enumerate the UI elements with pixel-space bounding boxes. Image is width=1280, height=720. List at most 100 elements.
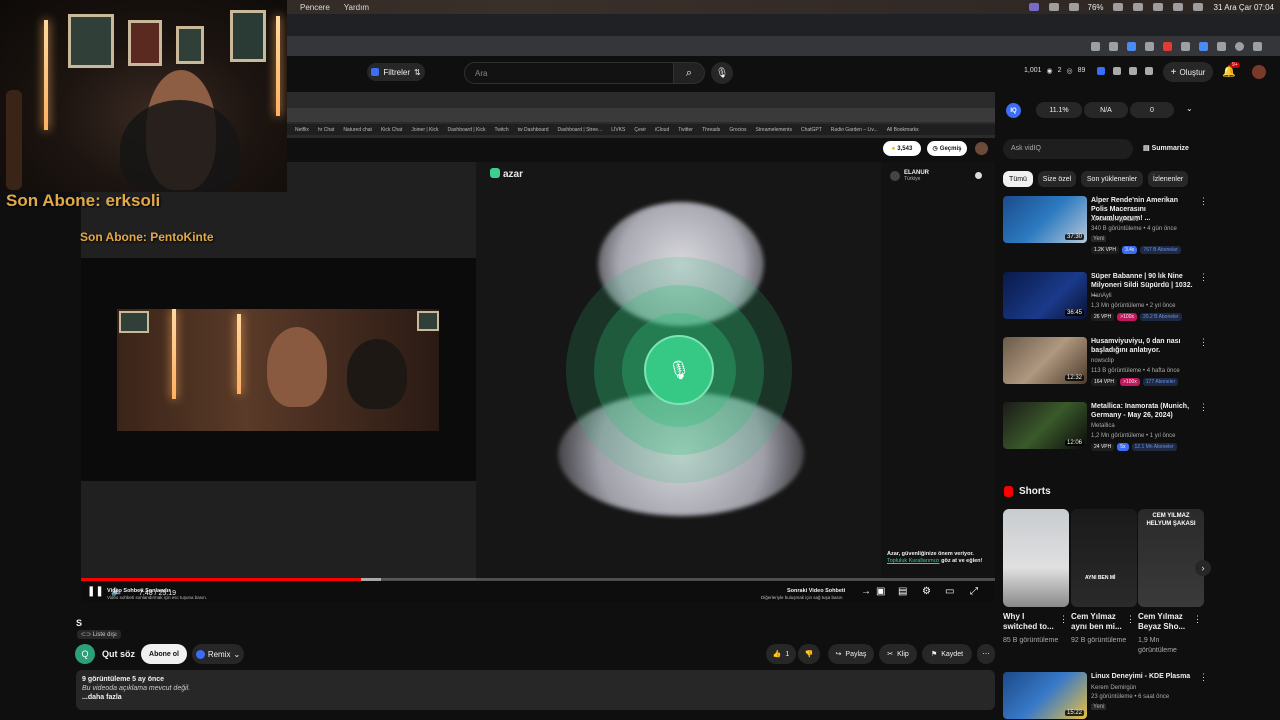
related-video[interactable]: 15:22 Linux Deneyimi - KDE Plasma Kerem …: [1003, 672, 1208, 720]
like-button[interactable]: 👍 1: [766, 644, 796, 664]
menu-pencere[interactable]: Pencere: [300, 3, 330, 12]
tab-strip[interactable]: [287, 14, 1280, 36]
related-video[interactable]: 37:30 Alper Rende'nin Amerikan Polis Mac…: [1003, 196, 1208, 256]
theater-icon[interactable]: ▭: [945, 586, 954, 597]
share-button[interactable]: ↪ Paylaş: [828, 644, 874, 664]
more-icon[interactable]: ⋮: [1059, 614, 1068, 625]
bluetooth-icon[interactable]: [1132, 3, 1143, 11]
fullscreen-icon[interactable]: ⤢: [970, 586, 978, 597]
shorts-next-button[interactable]: ›: [1195, 560, 1211, 576]
description-box[interactable]: 9 görüntüleme 5 ay önce Bu videoda açıkl…: [76, 670, 995, 710]
chevron-down-icon[interactable]: ⌄: [1186, 104, 1193, 113]
bookmark-item[interactable]: Natured chat: [343, 127, 372, 133]
bookmark-item[interactable]: hr Chat: [318, 127, 334, 133]
kebab-menu-icon[interactable]: [1253, 41, 1262, 51]
chip-for-you[interactable]: Size özel: [1038, 171, 1076, 187]
bookmark-item[interactable]: ChatGPT: [801, 127, 822, 133]
bookmark-item[interactable]: All Bookmarks: [887, 127, 919, 133]
create-button[interactable]: + Oluştur: [1163, 62, 1213, 82]
related-video[interactable]: 12:32 Husamviyuviyu, 0 dan nası başladığ…: [1003, 337, 1208, 397]
avatar[interactable]: [1252, 65, 1266, 79]
more-icon[interactable]: ⋮: [1199, 337, 1208, 348]
safety-link[interactable]: Topluluk Kurallarımızı: [887, 558, 940, 564]
clock[interactable]: 31 Ara Çar 07:04: [1214, 3, 1274, 12]
cast-icon[interactable]: [1091, 41, 1100, 51]
summarize-button[interactable]: ▤ Summarize: [1143, 144, 1189, 152]
related-channel[interactable]: Amerikalı Aynasız: [1091, 217, 1139, 223]
search-input[interactable]: Ara: [464, 62, 674, 84]
bookmark-item[interactable]: Radio Garden – Liv...: [831, 127, 878, 133]
clip-button[interactable]: ✂ Klip: [879, 644, 917, 664]
more-icon[interactable]: ⋮: [1199, 402, 1208, 413]
bookmark-item[interactable]: Çevir: [634, 127, 646, 133]
video-thumbnail[interactable]: 37:30: [1003, 196, 1087, 243]
video-thumbnail[interactable]: 36:45: [1003, 272, 1087, 319]
bookmark-item[interactable]: Joiner | Kick: [411, 127, 438, 133]
chip-recent[interactable]: Son yüklenenler: [1081, 171, 1143, 187]
related-channel[interactable]: Kerem Demirgün: [1091, 685, 1136, 691]
related-channel[interactable]: Metallica: [1091, 423, 1115, 429]
settings-icon[interactable]: ⚙: [922, 586, 931, 597]
pause-button[interactable]: ❚❚: [87, 586, 104, 597]
vidiq-icon[interactable]: ▣: [876, 586, 885, 597]
extension-icon[interactable]: [1145, 41, 1154, 51]
star-icon[interactable]: [1109, 41, 1118, 51]
bookmark-item[interactable]: Dashboard | Stree...: [558, 127, 603, 133]
bookmark-item[interactable]: Streamelements: [756, 127, 792, 133]
more-icon[interactable]: ⋮: [1126, 614, 1135, 625]
short-thumbnail[interactable]: AYNI BEN Mİ: [1071, 509, 1137, 607]
remix-button[interactable]: Remix ⌄: [192, 644, 244, 664]
profile-icon[interactable]: [1235, 41, 1244, 51]
channel-avatar[interactable]: Q: [75, 644, 95, 664]
cast-icon[interactable]: [1145, 67, 1153, 75]
extension-icon[interactable]: [1163, 41, 1172, 51]
bookmark-item[interactable]: tw Dashboard: [518, 127, 549, 133]
dislike-button[interactable]: 👎: [798, 644, 820, 664]
related-video[interactable]: 12:06 Metallica: Inamorata (Munich, Germ…: [1003, 402, 1208, 462]
related-video[interactable]: 36:45 Süper Babanne | 90 lık Nine Milyon…: [1003, 272, 1208, 332]
short-title[interactable]: Why I switched to...: [1003, 612, 1059, 632]
video-thumbnail[interactable]: 15:22: [1003, 672, 1087, 719]
show-more[interactable]: ...daha fazla: [82, 694, 989, 701]
voice-search-button[interactable]: 🎙: [711, 62, 733, 84]
chip-all[interactable]: Tümü: [1003, 171, 1033, 187]
coins-badge[interactable]: ● 3,543: [883, 141, 921, 156]
ask-vidiq-input[interactable]: Ask vidIQ: [1003, 139, 1133, 159]
save-button[interactable]: ⚑ Kaydet: [922, 644, 972, 664]
video-thumbnail[interactable]: 12:32: [1003, 337, 1087, 384]
bookmark-item[interactable]: iCloud: [655, 127, 669, 133]
more-icon[interactable]: ⋮: [1199, 272, 1208, 283]
control-center-icon[interactable]: [1192, 3, 1203, 11]
more-actions-button[interactable]: ⋯: [977, 644, 995, 664]
extension-icon[interactable]: [1127, 41, 1136, 51]
moon-icon[interactable]: [1112, 3, 1123, 11]
progress-bar[interactable]: [81, 578, 995, 581]
short-thumbnail[interactable]: [1003, 509, 1069, 607]
wifi-icon[interactable]: [1152, 3, 1163, 11]
bookmark-item[interactable]: LİVKS: [611, 127, 625, 133]
short-thumbnail[interactable]: CEM YILMAZ HELYUM ŞAKASI: [1138, 509, 1204, 607]
video-thumbnail[interactable]: 12:06: [1003, 402, 1087, 449]
vpn-icon[interactable]: [1068, 3, 1079, 11]
more-icon[interactable]: ⋮: [1193, 614, 1202, 625]
short-title[interactable]: Cem Yılmaz Beyaz Sho...: [1138, 612, 1194, 632]
subtitles-icon[interactable]: ▤: [898, 586, 907, 597]
bookmark-item[interactable]: Threads: [702, 127, 720, 133]
more-icon[interactable]: ⋮: [1199, 672, 1208, 683]
chip-watched[interactable]: İzlenenler: [1148, 171, 1188, 187]
search-button[interactable]: ⌕: [673, 62, 705, 84]
extension-icon[interactable]: [1199, 41, 1208, 51]
channel-name[interactable]: Qut söz: [102, 649, 135, 659]
related-channel[interactable]: nowsclip: [1091, 358, 1114, 364]
next-arrow-icon[interactable]: →: [861, 586, 871, 597]
bookmark-item[interactable]: Twitter: [678, 127, 693, 133]
screen-record-icon[interactable]: [1028, 3, 1039, 11]
report-icon[interactable]: [975, 172, 982, 179]
notifications-button[interactable]: 🔔 9+: [1222, 62, 1240, 78]
short-title[interactable]: Cem Yılmaz aynı ben mi...: [1071, 612, 1127, 632]
search-icon[interactable]: [1172, 3, 1183, 11]
more-icon[interactable]: ⋮: [1199, 196, 1208, 207]
bookmark-item[interactable]: Netflix: [295, 127, 309, 133]
history-button[interactable]: ◷ Geçmiş: [927, 141, 967, 156]
bookmark-item[interactable]: Twitch: [495, 127, 509, 133]
